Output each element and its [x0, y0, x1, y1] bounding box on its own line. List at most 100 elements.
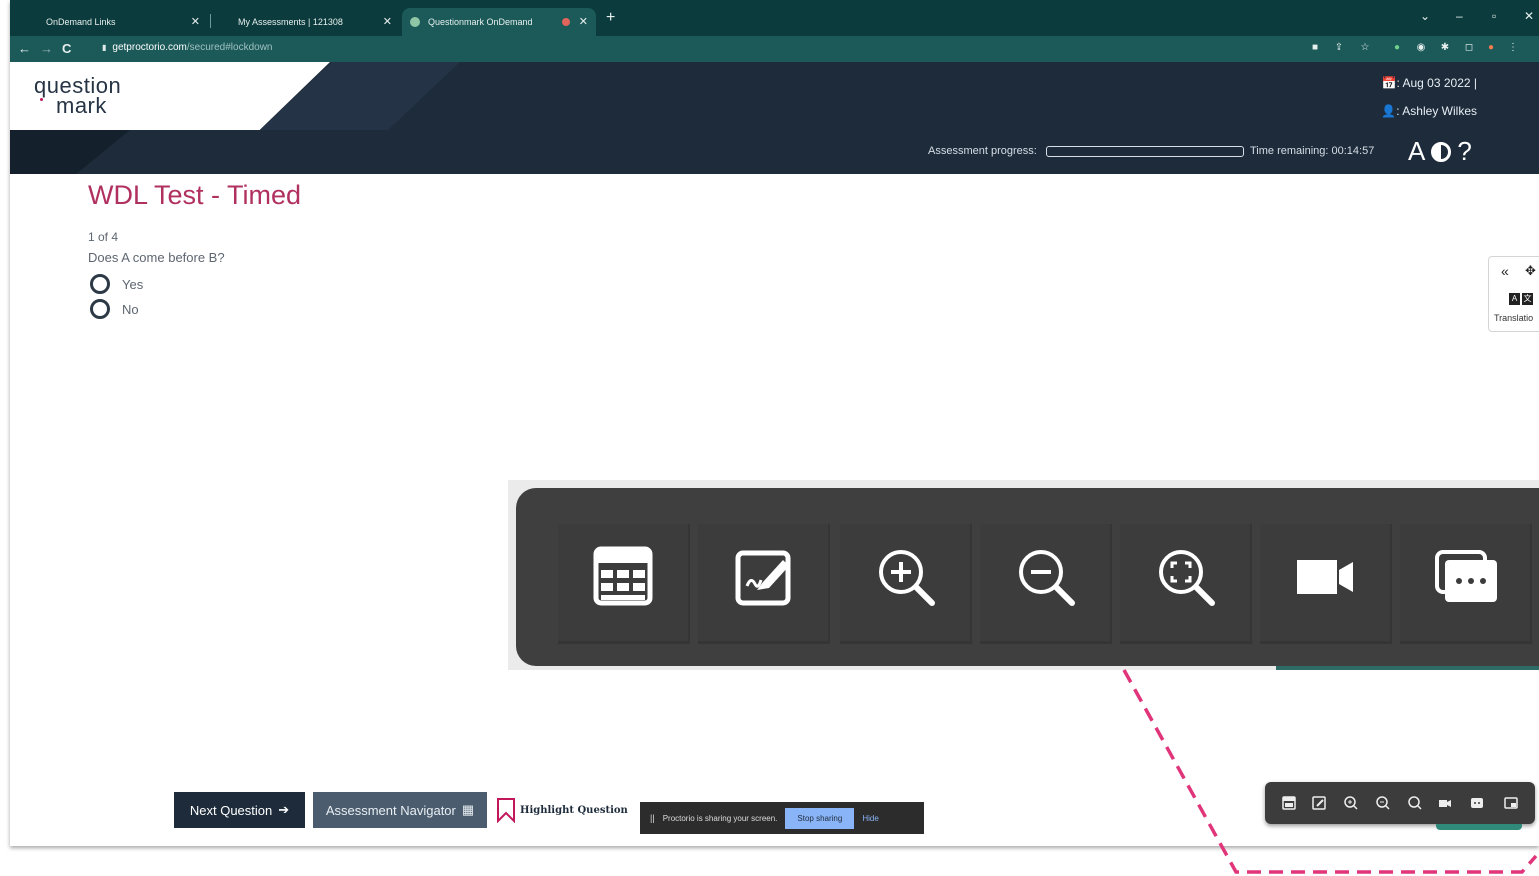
- app-header: question mark 📅: Aug 03 2022 | 👤: Ashley…: [10, 62, 1539, 130]
- collapse-icon[interactable]: «: [1501, 263, 1509, 279]
- font-size-button[interactable]: A: [1408, 136, 1425, 167]
- sidepanel-icon[interactable]: ◻: [1464, 43, 1474, 53]
- calculator-icon: [593, 546, 653, 606]
- new-tab-button[interactable]: +: [606, 9, 615, 27]
- zoom-reset-icon[interactable]: [1407, 795, 1423, 811]
- zoom-reset-icon: [1159, 550, 1215, 606]
- next-question-label: Next Question: [189, 802, 273, 818]
- close-icon[interactable]: ✕: [191, 15, 200, 28]
- help-button[interactable]: ?: [1457, 136, 1471, 167]
- zoom-out-icon: [1019, 550, 1075, 606]
- contrast-button[interactable]: [1431, 141, 1452, 162]
- logo-dot: [40, 98, 43, 101]
- url-path: /secured#lockdown: [186, 42, 273, 53]
- close-icon[interactable]: ✕: [579, 15, 588, 28]
- zoom-reset-button[interactable]: [1120, 524, 1252, 644]
- reload-icon[interactable]: C: [62, 41, 71, 56]
- zoom-in-button[interactable]: [840, 524, 972, 644]
- profile-icon[interactable]: ●: [1486, 43, 1496, 53]
- assessment-navigator-button[interactable]: Assessment Navigator ▦: [313, 792, 487, 828]
- chat-icon[interactable]: [1469, 795, 1485, 811]
- stop-sharing-button[interactable]: Stop sharing: [785, 807, 855, 829]
- chat-icon: [1435, 550, 1497, 602]
- tab-search-icon[interactable]: ⌄: [1420, 9, 1430, 23]
- menu-icon[interactable]: ⋮: [1508, 43, 1518, 53]
- proctor-toolbar: [1265, 782, 1535, 824]
- status-stripe: [10, 130, 130, 174]
- tab-label: Questionmark OnDemand: [428, 17, 533, 27]
- status-bar: Assessment progress: Time remaining: 00:…: [10, 130, 1539, 174]
- screen-share-bar: || Proctorio is sharing your screen. Sto…: [640, 802, 924, 834]
- address-bar: ← → C ▮ getproctorio.com/secured#lockdow…: [10, 36, 1539, 62]
- window-close-icon[interactable]: ✕: [1524, 9, 1534, 23]
- extension-icon[interactable]: ◉: [1416, 43, 1426, 53]
- translate-icon[interactable]: A 文: [1509, 293, 1533, 305]
- questionmark-logo: question mark: [34, 75, 121, 118]
- toolbar-accent: [1276, 666, 1539, 670]
- camera-icon: [1297, 560, 1353, 594]
- toolbar-accent: [1436, 824, 1522, 830]
- tab-label: My Assessments | 121308: [238, 17, 343, 27]
- calculator-icon[interactable]: [1281, 795, 1297, 811]
- zoom-out-icon[interactable]: [1375, 795, 1391, 811]
- extension-icon[interactable]: ●: [1392, 43, 1402, 53]
- pause-icon: ||: [650, 813, 655, 823]
- url-domain: getproctorio.com: [112, 42, 187, 53]
- arrow-right-circle-icon: ➔: [278, 802, 290, 817]
- bookmark-star-icon[interactable]: ☆: [1360, 43, 1370, 53]
- url-field[interactable]: ▮ getproctorio.com/secured#lockdown: [102, 42, 273, 53]
- navigator-label: Assessment Navigator: [325, 802, 456, 818]
- assessment-date: 📅: Aug 03 2022 |: [1381, 76, 1477, 90]
- cast-icon[interactable]: ■: [1310, 43, 1320, 53]
- forward-icon[interactable]: →: [40, 41, 53, 56]
- favicon-icon: [410, 17, 420, 27]
- picture-in-picture-icon[interactable]: [1503, 795, 1519, 811]
- translation-label: Translatio: [1494, 313, 1534, 323]
- grid-icon: ▦: [461, 802, 475, 817]
- logo-text: mark: [56, 93, 107, 118]
- recording-icon: [562, 18, 570, 26]
- zoom-in-icon[interactable]: [1343, 795, 1359, 811]
- time-remaining: Time remaining: 00:14:57: [1250, 145, 1375, 157]
- minimize-icon[interactable]: –: [1456, 9, 1463, 23]
- scratchpad-icon: [735, 550, 791, 606]
- highlight-question-button[interactable]: Highlight Question: [496, 795, 628, 825]
- puzzle-icon[interactable]: ✱: [1440, 43, 1450, 53]
- zoom-out-button[interactable]: [980, 524, 1112, 644]
- back-icon[interactable]: ←: [18, 41, 31, 56]
- option-no[interactable]: No: [90, 299, 139, 319]
- hide-button[interactable]: Hide: [862, 814, 878, 823]
- radio-button[interactable]: [90, 274, 110, 294]
- tab-strip: OnDemand Links ✕ My Assessments | 121308…: [10, 0, 1539, 36]
- camera-button[interactable]: [1260, 524, 1392, 644]
- chat-button[interactable]: [1400, 524, 1532, 644]
- radio-button[interactable]: [90, 299, 110, 319]
- close-icon[interactable]: ✕: [383, 15, 392, 28]
- camera-icon[interactable]: [1437, 795, 1453, 811]
- option-yes[interactable]: Yes: [90, 274, 143, 294]
- move-icon[interactable]: ✥: [1525, 263, 1536, 279]
- progress-label: Assessment progress:: [928, 145, 1037, 157]
- option-label: No: [122, 301, 139, 317]
- progress-bar: [1046, 146, 1244, 157]
- candidate-name: 👤: Ashley Wilkes: [1381, 104, 1477, 118]
- translation-widget: « ✥ A 文 Translatio: [1488, 256, 1539, 332]
- tab-questionmark[interactable]: Questionmark OnDemand ✕: [402, 8, 596, 36]
- restore-icon[interactable]: ▫: [1492, 9, 1496, 23]
- tab-my-assessments[interactable]: My Assessments | 121308 ✕: [214, 8, 400, 36]
- zoomed-toolbar: [516, 488, 1539, 666]
- share-status-text: Proctorio is sharing your screen.: [662, 813, 778, 823]
- bookmark-icon: [497, 798, 515, 823]
- assessment-title: WDL Test - Timed: [88, 180, 302, 210]
- highlight-label: Highlight Question: [520, 804, 628, 816]
- calculator-button[interactable]: [558, 524, 690, 644]
- option-label: Yes: [122, 276, 144, 292]
- accessibility-controls: A ?: [1408, 136, 1472, 167]
- question-counter: 1 of 4: [88, 230, 119, 244]
- next-question-button[interactable]: Next Question ➔: [174, 792, 305, 828]
- browser-window: OnDemand Links ✕ My Assessments | 121308…: [10, 0, 1539, 846]
- share-icon[interactable]: ⇪: [1334, 43, 1344, 53]
- scratchpad-button[interactable]: [698, 524, 830, 644]
- tab-ondemand-links[interactable]: OnDemand Links ✕: [18, 8, 208, 36]
- scratchpad-icon[interactable]: [1311, 795, 1327, 811]
